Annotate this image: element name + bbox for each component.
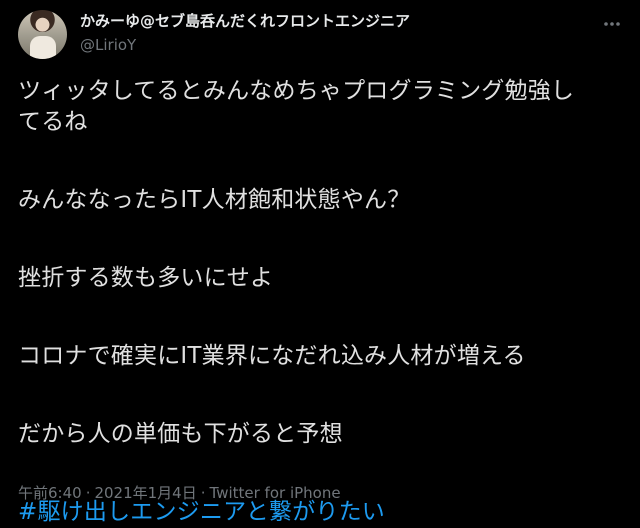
tweet-line: コロナで確実にIT業界になだれ込み人材が増える	[18, 343, 526, 369]
more-horizontal-icon	[604, 22, 620, 26]
more-options-button[interactable]	[600, 12, 624, 36]
tweet-line: だから人の単価も下がると予想	[18, 421, 343, 447]
tweet-source[interactable]: Twitter for iPhone	[210, 484, 341, 502]
tweet-date[interactable]: 2021年1月4日	[94, 484, 196, 502]
avatar[interactable]	[18, 10, 67, 59]
tweet-text: ツィッタしてるとみんなめちゃプログラミング勉強し てるね みんななったらIT人材…	[18, 76, 623, 528]
tweet-line: ツィッタしてるとみんなめちゃプログラミング勉強し	[18, 78, 575, 104]
tweet-card: かみーゆ@セブ島呑んだくれフロントエンジニア @LirioY ツィッタしてるとみ…	[0, 0, 640, 525]
tweet-line: てるね	[18, 109, 88, 135]
tweet-metadata: 午前6:40 · 2021年1月4日 · Twitter for iPhone	[18, 482, 341, 503]
meta-separator: ·	[200, 484, 206, 502]
tweet-header: かみーゆ@セブ島呑んだくれフロントエンジニア @LirioY	[18, 10, 410, 59]
meta-separator: ·	[85, 484, 91, 502]
tweet-line: みんななったらIT人材飽和状態やん？	[18, 187, 411, 213]
tweet-line: 挫折する数も多いにせよ	[18, 265, 274, 291]
display-name[interactable]: かみーゆ@セブ島呑んだくれフロントエンジニア	[80, 11, 410, 31]
user-info: かみーゆ@セブ島呑んだくれフロントエンジニア @LirioY	[80, 11, 410, 55]
tweet-time[interactable]: 午前6:40	[18, 484, 82, 502]
user-handle[interactable]: @LirioY	[80, 35, 410, 55]
